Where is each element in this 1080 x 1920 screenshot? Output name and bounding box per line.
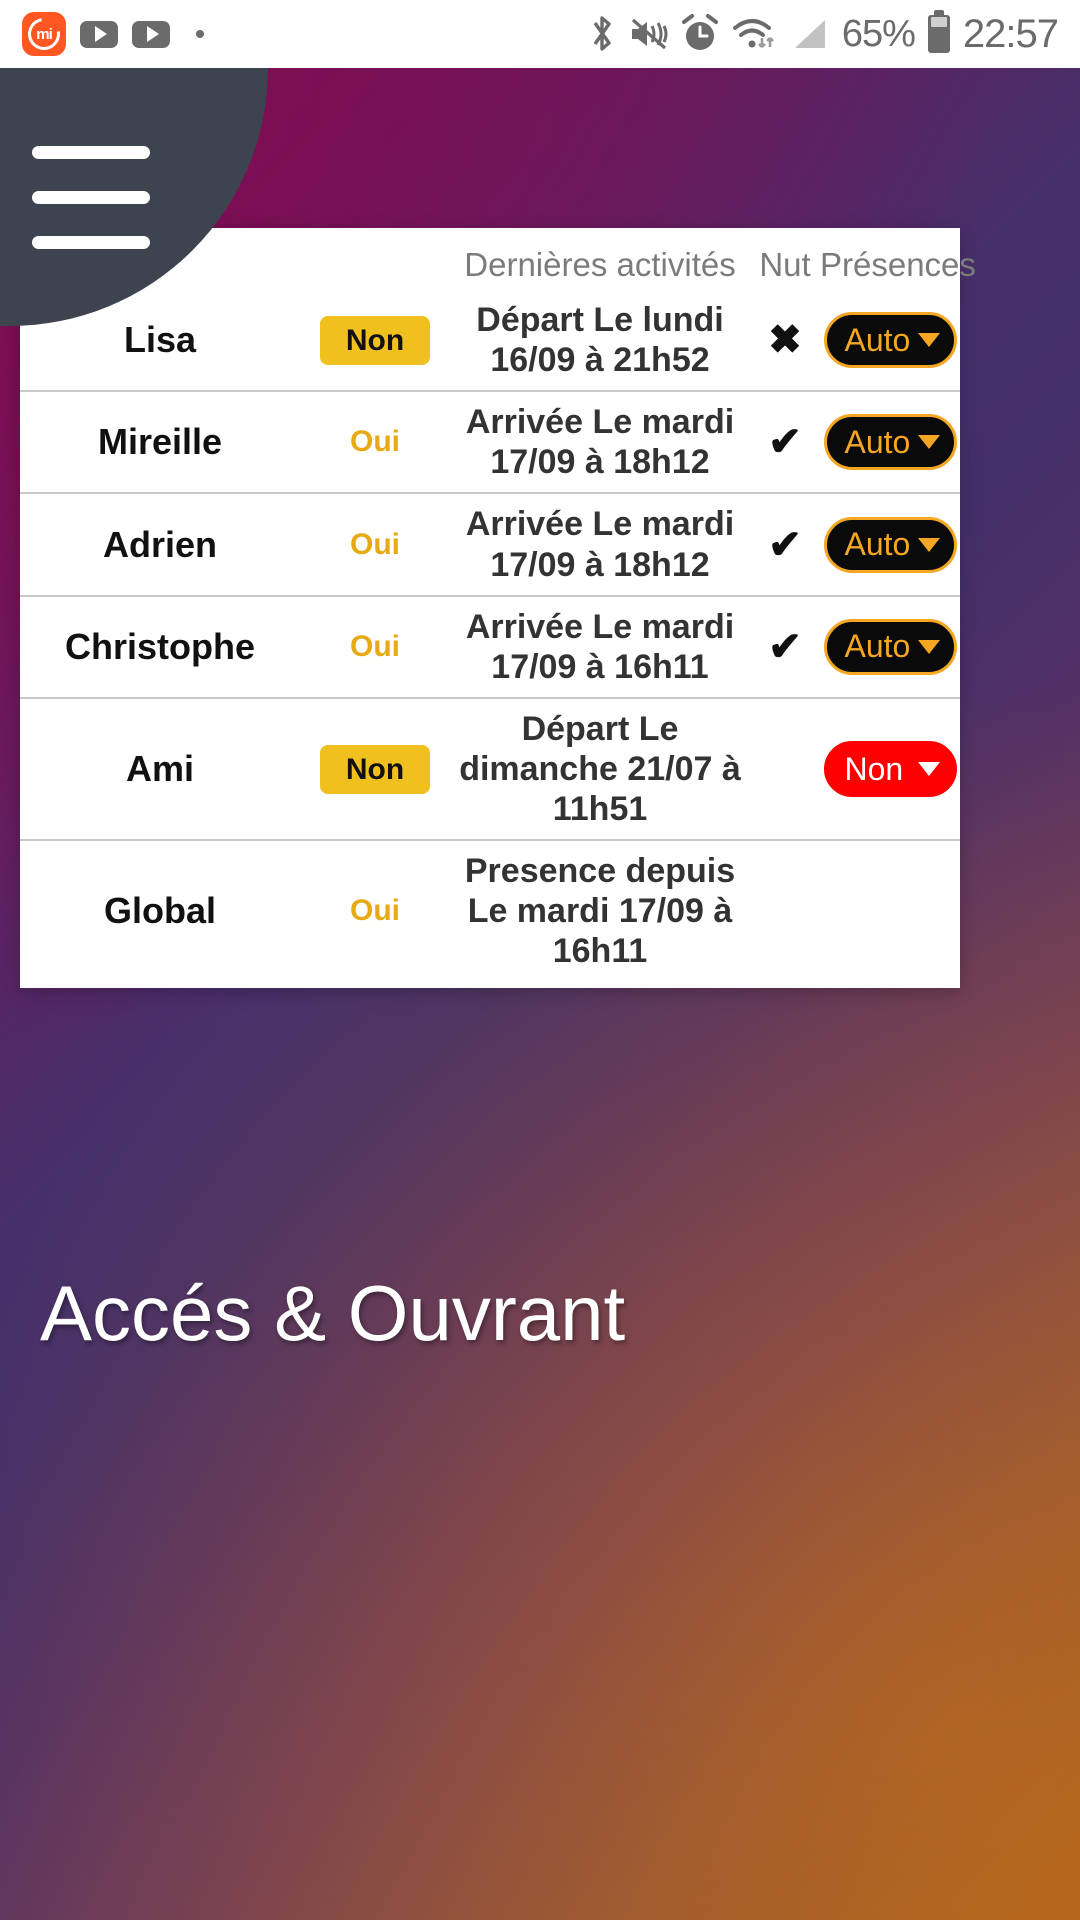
page-title: Accés & Ouvrant	[40, 1269, 626, 1357]
cell-nutri-status: Oui	[300, 884, 450, 938]
status-label: Oui	[350, 425, 400, 459]
hamburger-line-icon	[32, 235, 150, 249]
cell-name: Mireille	[20, 411, 300, 473]
chevron-down-icon	[917, 762, 940, 777]
status-label: Oui	[350, 894, 400, 928]
cell-name: Christophe	[20, 616, 300, 678]
presence-dropdown-value: Auto	[844, 321, 911, 358]
presence-dropdown-value: Auto	[844, 423, 911, 460]
last-activity-label: Presence depuis Le mardi 17/09 à 16h11	[464, 852, 736, 971]
last-activity-label: Départ Le dimanche 21/07 à 11h51	[459, 709, 741, 829]
cell-nut	[750, 901, 820, 921]
cell-nut: ✔	[750, 617, 820, 677]
last-activity-label: Départ Le lundi 16/09 à 21h52	[476, 301, 724, 380]
mi-icon-label: mi	[36, 25, 52, 43]
status-badge: Non	[319, 315, 431, 365]
status-bar: mi 65% 22:57	[0, 0, 1080, 68]
wifi-icon	[732, 14, 776, 54]
row-name-label: Lisa	[123, 319, 197, 361]
table-row: Christophe Oui Arrivée Le mardi 17/09 à 16…	[20, 594, 960, 697]
activity-table-card: Dernières activités Nut Présences Lisa No…	[20, 228, 976, 988]
presence-dropdown[interactable]: Auto	[823, 516, 957, 573]
presence-dropdown-value: Auto	[844, 628, 911, 665]
presence-dropdown-value: Non	[844, 750, 904, 787]
cell-presence	[820, 901, 960, 921]
cell-last-activity: Départ Le dimanche 21/07 à 11h51	[450, 699, 750, 839]
cell-last-activity: Arrivée Le mardi 17/09 à 18h12	[450, 494, 750, 594]
cell-last-activity: Départ Le lundi 16/09 à 21h52	[450, 290, 750, 390]
cellular-signal-icon	[789, 14, 829, 54]
cell-presence: Auto	[820, 609, 960, 685]
row-name-label: Global	[103, 890, 216, 932]
dot-icon	[196, 30, 204, 38]
presence-dropdown-value: Auto	[844, 526, 911, 563]
youtube-icon	[80, 20, 118, 48]
cell-presence: Auto	[820, 302, 960, 378]
cell-nut: ✖	[750, 310, 820, 370]
presence-dropdown[interactable]: Auto	[823, 618, 957, 675]
check-icon: ✔	[768, 420, 802, 465]
table-row: Adrien Oui Arrivée Le mardi 17/09 à 18h12 ✔…	[20, 492, 960, 594]
row-name-label: Ami	[125, 748, 194, 790]
header-presences: Présences	[820, 246, 976, 283]
last-activity-label: Arrivée Le mardi 17/09 à 18h12	[465, 403, 735, 482]
presence-dropdown[interactable]: Auto	[823, 312, 957, 369]
table-row: Global Oui Presence depuis Le mardi 17/09 …	[20, 839, 960, 981]
cell-last-activity: Arrivée Le mardi 17/09 à 16h11	[450, 597, 750, 697]
hamburger-line-icon	[32, 145, 150, 159]
status-label: Oui	[350, 527, 400, 561]
cell-last-activity: Arrivée Le mardi 17/09 à 18h12	[450, 392, 750, 492]
presence-dropdown[interactable]: Non	[823, 741, 957, 798]
status-label: Oui	[350, 629, 400, 663]
vibrate-mute-icon	[628, 14, 668, 54]
alarm-icon	[681, 14, 719, 54]
cell-nut: ✔	[750, 412, 820, 472]
cell-nutri-status: Non	[300, 735, 450, 804]
bluetooth-icon	[589, 13, 615, 55]
cell-name: Ami	[20, 738, 300, 800]
row-name-label: Adrien	[102, 523, 217, 565]
status-badge: Non	[319, 744, 431, 794]
last-activity-label: Arrivée Le mardi 17/09 à 18h12	[465, 505, 735, 584]
chevron-down-icon	[917, 639, 940, 654]
cell-presence: Non	[820, 731, 960, 807]
battery-icon	[927, 10, 950, 53]
cell-nutri-status: Non	[300, 306, 450, 375]
header-activities: Dernières activités	[464, 246, 736, 283]
chevron-down-icon	[917, 537, 940, 552]
table-row: Lisa Non Départ Le lundi 16/09 à 21h52 ✖ Aut…	[20, 290, 960, 390]
cell-nut: ✔	[750, 515, 820, 575]
mi-app-icon: mi	[21, 11, 67, 57]
cell-nut	[750, 759, 820, 779]
row-name-label: Christophe	[64, 625, 255, 667]
hamburger-line-icon	[32, 190, 150, 204]
battery-percent-label: 65%	[841, 12, 916, 55]
last-activity-label: Arrivée Le mardi 17/09 à 16h11	[465, 607, 735, 686]
table-body: Lisa Non Départ Le lundi 16/09 à 21h52 ✖ Aut…	[20, 290, 960, 982]
status-bar-right-icons: 65% 22:57	[589, 10, 1059, 57]
cell-name: Global	[20, 880, 300, 942]
cell-nutri-status: Oui	[300, 415, 450, 469]
header-nut: Nut	[759, 246, 811, 283]
check-icon: ✔	[768, 522, 802, 567]
status-bar-left-icons: mi	[21, 11, 204, 57]
cell-presence: Auto	[820, 507, 960, 583]
presence-dropdown[interactable]: Auto	[823, 414, 957, 471]
check-icon: ✔	[768, 624, 802, 669]
cell-name: Adrien	[20, 514, 300, 576]
cell-last-activity: Presence depuis Le mardi 17/09 à 16h11	[450, 841, 750, 981]
chevron-down-icon	[917, 333, 940, 348]
clock-label: 22:57	[962, 11, 1059, 56]
youtube-icon	[132, 20, 170, 48]
chevron-down-icon	[917, 435, 940, 450]
cell-nutri-status: Oui	[300, 620, 450, 674]
cell-presence: Auto	[820, 404, 960, 480]
table-row: Mireille Oui Arrivée Le mardi 17/09 à 18h1…	[20, 390, 960, 492]
table-row: Ami Non Départ Le dimanche 21/07 à 11h51 No…	[20, 696, 960, 839]
cell-nutri-status: Oui	[300, 518, 450, 572]
cross-icon: ✖	[768, 318, 802, 363]
row-name-label: Mireille	[97, 421, 223, 463]
